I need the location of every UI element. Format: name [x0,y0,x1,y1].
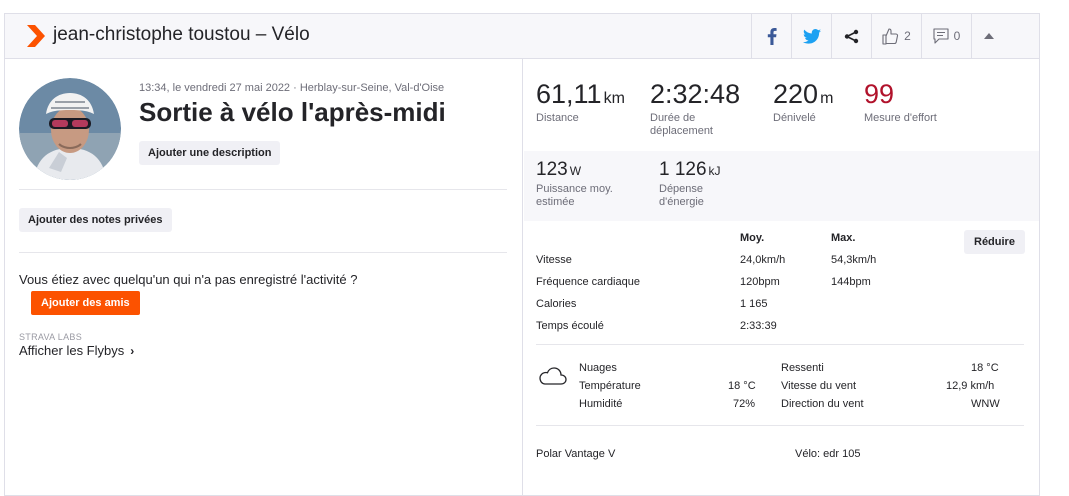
row-max-heart-rate: 144bpm [831,276,871,288]
kudos-button[interactable]: 2 [871,14,921,58]
activity-summary: 13:34, le vendredi 27 mai 2022 · Herblay… [5,59,523,495]
elevation-unit: m [820,90,834,107]
row-avg-heart-rate: 120bpm [740,276,780,288]
strava-labs-label: STRAVA LABS [19,332,82,342]
column-header-avg: Moy. [740,232,765,244]
energy-unit: kJ [708,164,721,178]
effort-value: 99 [864,79,895,109]
comment-icon [933,28,949,44]
thumbs-up-icon [882,27,899,45]
athlete-activity-title: jean-christophe toustou – Vélo [53,24,310,45]
wind-speed-value: 12,9 km/h [946,380,995,392]
temperature-label: Température [579,380,641,392]
elevation-value: 220 [773,79,819,109]
twitter-share-button[interactable] [791,14,831,58]
divider [19,252,507,253]
feels-like-value: 18 °C [971,362,999,374]
collapse-button[interactable] [971,14,1005,58]
twitter-icon [802,28,821,44]
athlete-photo [19,78,121,180]
row-label-calories: Calories [536,298,577,310]
moving-time-value: 2:32:48 [650,79,741,109]
wind-direction-label: Direction du vent [781,398,864,410]
row-avg-calories: 1 165 [740,298,768,310]
stat-elevation: 220 m Dénivelé [773,79,833,125]
share-button[interactable] [831,14,871,58]
activity-stats: 61,11 km Distance 2:32:48 Durée de déplac… [524,59,1039,495]
power-value: 123 [536,159,568,180]
add-friends-button[interactable]: Ajouter des amis [31,291,140,315]
row-max-speed: 54,3km/h [831,254,877,266]
power-unit: W [569,164,582,178]
row-avg-speed: 24,0km/h [740,254,786,266]
activity-header: jean-christophe toustou – Vélo 2 0 [5,14,1039,59]
avatar[interactable] [19,78,121,180]
stat-energy: 1 126 kJ Dépense d'énergie [659,159,729,209]
divider [19,189,507,190]
distance-label: Distance [536,112,579,124]
elevation-label: Dénivelé [773,112,816,124]
facebook-icon [767,27,777,45]
effort-label: Mesure d'effort [864,112,937,124]
wind-direction-value: WNW [971,398,1000,410]
activity-datetime-location: 13:34, le vendredi 27 mai 2022 · Herblay… [139,82,445,94]
add-description-button[interactable]: Ajouter une description [139,141,281,165]
divider [536,344,1024,345]
flyby-link[interactable]: Afficher les Flybys › [19,343,134,358]
activity-panel: jean-christophe toustou – Vélo 2 0 13:34… [4,13,1040,496]
moving-time-label: Durée de déplacement [650,112,713,137]
humidity-value: 72% [733,398,756,410]
chevron-right-icon: › [130,344,135,358]
primary-stats: 61,11 km Distance 2:32:48 Durée de déplac… [524,59,1039,151]
reduce-button[interactable]: Réduire [964,230,1025,254]
row-label-elapsed-time: Temps écoulé [536,320,604,332]
stat-distance: 61,11 km Distance [536,79,625,125]
weather-condition: Nuages [579,362,617,374]
stat-effort[interactable]: 99 Mesure d'effort [864,79,937,125]
page-title[interactable]: Sortie à vélo l'après-midi [139,97,446,128]
facebook-share-button[interactable] [751,14,791,58]
chevron-up-icon [983,33,994,39]
kudos-count: 2 [904,29,911,43]
divider [536,425,1024,426]
feels-like-label: Ressenti [781,362,824,374]
share-icon [844,29,859,43]
add-private-notes-button[interactable]: Ajouter des notes privées [19,208,172,232]
wind-speed-label: Vitesse du vent [781,380,857,392]
device-name: Polar Vantage V [536,448,616,460]
temperature-value: 18 °C [728,380,756,392]
row-label-heart-rate: Fréquence cardiaque [536,276,640,288]
flyby-link-label: Afficher les Flybys [19,343,125,358]
distance-value: 61,11 [536,79,602,109]
energy-label: Dépense d'énergie [659,183,704,208]
stat-moving-time: 2:32:48 Durée de déplacement [650,79,740,138]
energy-value: 1 126 [659,159,707,180]
distance-unit: km [603,90,625,107]
stat-power: 123 W Puissance moy. estimée [536,159,632,209]
row-label-speed: Vitesse [536,254,572,266]
strava-chevron-icon [27,25,45,47]
secondary-stats: 123 W Puissance moy. estimée 1 126 kJ Dépe… [524,151,1039,221]
power-label: Puissance moy. estimée [536,183,613,208]
comments-button[interactable]: 0 [921,14,971,58]
with-others-prompt: Vous étiez avec quelqu'un qui n'a pas en… [19,272,358,287]
column-header-max: Max. [831,232,856,244]
comments-count: 0 [953,29,961,43]
row-avg-elapsed-time: 2:33:39 [740,320,777,332]
humidity-label: Humidité [579,398,623,410]
bike-name[interactable]: Vélo: edr 105 [795,448,860,460]
cloud-icon [539,367,567,385]
